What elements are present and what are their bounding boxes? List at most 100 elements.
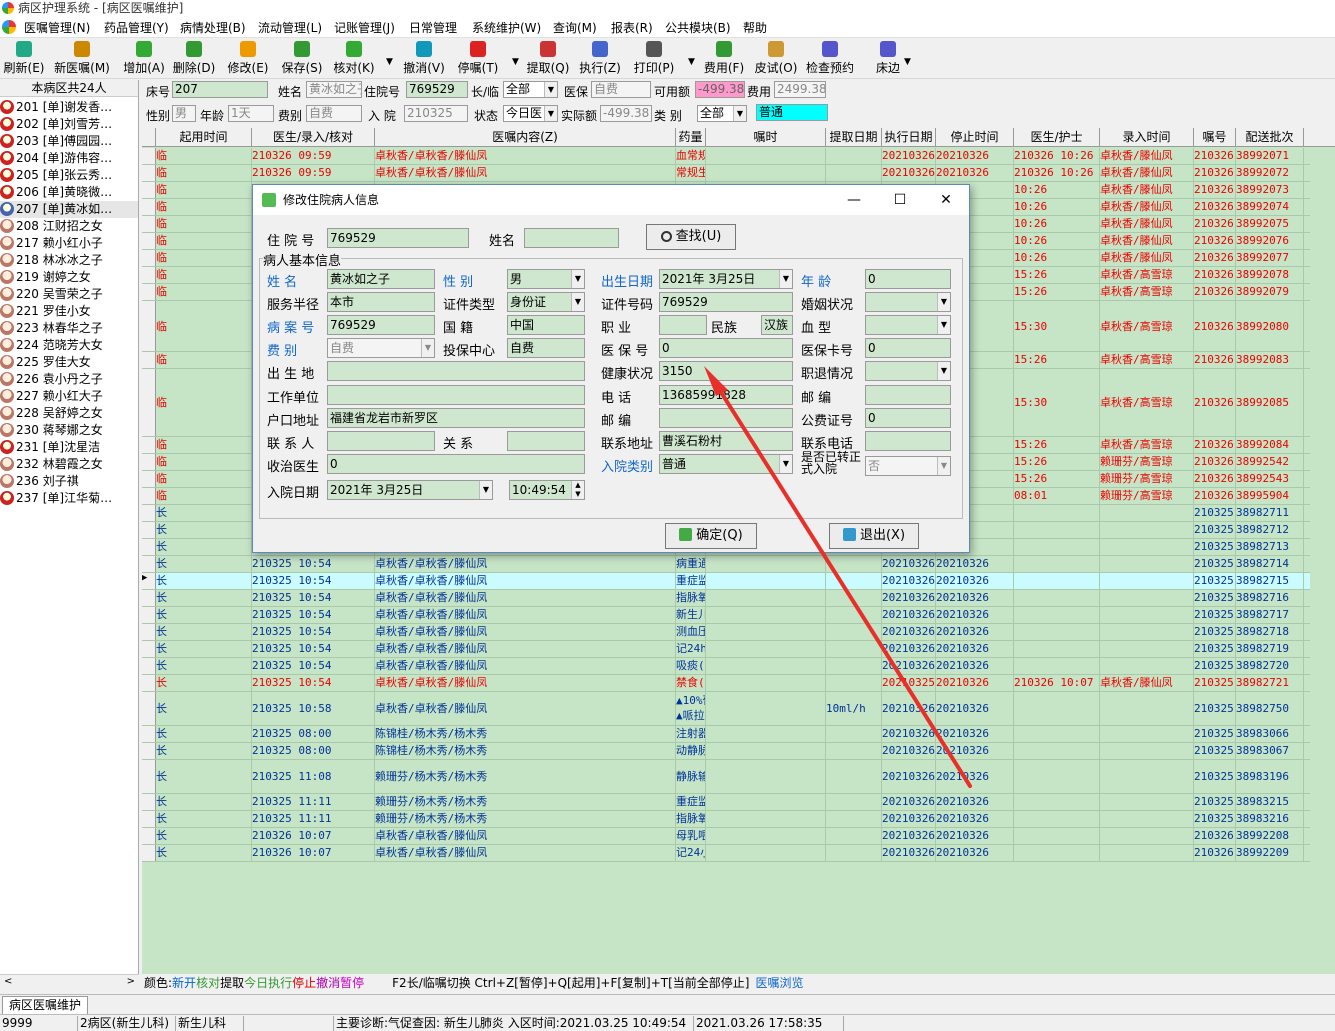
dlg-name-search-input[interactable]	[524, 228, 619, 248]
dlg-contactphone-input[interactable]	[865, 431, 951, 451]
dlg-center-input[interactable]: 自费	[507, 338, 585, 358]
dlg-ethnic-input[interactable]: 汉族	[761, 315, 793, 335]
row-selector[interactable]	[142, 505, 156, 521]
row-selector[interactable]	[142, 590, 156, 606]
grid-header-cell[interactable]: 医生/护士	[1014, 128, 1100, 147]
patient-list-item[interactable]: 219 谢婷之女	[0, 269, 138, 286]
row-selector[interactable]	[142, 845, 156, 861]
long-temp-select[interactable]: 全部 ▼	[503, 81, 558, 98]
toolbar-button[interactable]: 提取(Q)	[524, 41, 572, 77]
dlg-idtype-select[interactable]: 身份证 ▼	[507, 292, 585, 312]
patient-list-item[interactable]: 217 赖小红小子	[0, 235, 138, 252]
grid-header-cell[interactable]: 嘱时	[706, 128, 826, 147]
table-row[interactable]: 临210326 09:59卓秋香/卓秋香/滕仙凤常规生化全套检查 1*套［医学检…	[142, 165, 1310, 182]
patient-list-item[interactable]: 205 [单]张云秀…	[0, 167, 138, 184]
scroll-left-icon[interactable]: <	[4, 976, 12, 987]
row-selector[interactable]	[142, 216, 156, 232]
table-row[interactable]: 长210325 10:58卓秋香/卓秋香/滕仙凤▲10%葡萄糖注射液[10%*5…	[142, 692, 1310, 726]
dlg-feetype-select[interactable]: 自费 ▼	[327, 338, 435, 358]
order-browse-link[interactable]: 医嘱浏览	[755, 976, 803, 990]
row-selector[interactable]	[142, 641, 156, 657]
toolbar-button[interactable]: 删除(D)	[170, 41, 218, 77]
row-selector[interactable]	[142, 250, 156, 266]
status-select[interactable]: 今日医 ▼	[503, 105, 558, 122]
dlg-nation-input[interactable]: 中国	[507, 315, 585, 335]
row-selector[interactable]	[142, 624, 156, 640]
dlg-formal-select[interactable]: 否 ▼	[865, 456, 951, 476]
chevron-down-icon[interactable]: ▼	[544, 106, 557, 121]
grid-header-cell[interactable]: 配送批次	[1236, 128, 1304, 147]
chevron-down-icon[interactable]: ▼	[937, 293, 950, 311]
chevron-down-icon[interactable]: ▼	[479, 481, 492, 499]
toolbar-button[interactable]: 停嘱(T)	[454, 41, 502, 77]
grid-header-cell[interactable]: 起用时间	[156, 128, 252, 147]
row-selector[interactable]	[142, 233, 156, 249]
row-selector[interactable]	[142, 437, 156, 453]
grid-header-cell[interactable]: 药量	[676, 128, 706, 147]
chevron-down-icon[interactable]: ▼	[937, 362, 950, 380]
close-icon[interactable]: ✕	[923, 185, 969, 215]
row-selector[interactable]	[142, 284, 156, 300]
find-button[interactable]: 查找(U)	[646, 224, 736, 250]
table-row[interactable]: 长210325 11:11赖珊芬/杨木秀/杨木秀指脉氧监测 24*小时［新生儿科…	[142, 811, 1310, 828]
table-row[interactable]: 长210325 10:54卓秋香/卓秋香/滕仙凤吸痰(描述) p.r.n 1*［…	[142, 658, 1310, 675]
dlg-contactaddr-input[interactable]: 曹溪石粉村	[659, 431, 793, 451]
patient-list-item[interactable]: 207 [单]黄冰如…	[0, 201, 138, 218]
patient-list-item[interactable]: 221 罗佳小女	[0, 303, 138, 320]
row-selector[interactable]	[142, 726, 156, 742]
chevron-down-icon[interactable]: ▼	[421, 339, 434, 357]
class-select[interactable]: 全部 ▼	[697, 105, 747, 122]
chevron-down-icon[interactable]: ▼	[571, 293, 584, 311]
patient-list-item[interactable]: 231 [单]沈星洁	[0, 439, 138, 456]
patient-list-scrollbar[interactable]: < >	[0, 974, 139, 992]
exit-button[interactable]: 退出(X)	[829, 523, 919, 549]
dropdown-arrow-icon[interactable]: ▼	[904, 57, 911, 67]
grid-header-cell[interactable]: 嘱号	[1194, 128, 1236, 147]
row-selector[interactable]	[142, 828, 156, 844]
row-selector[interactable]	[142, 182, 156, 198]
patient-list-item[interactable]: 225 罗佳大女	[0, 354, 138, 371]
menu-item[interactable]: 记账管理(J)	[334, 19, 395, 36]
dlg-hukou-input[interactable]: 福建省龙岩市新罗区	[327, 408, 585, 428]
grid-header-cell[interactable]: 医生/录入/核对	[252, 128, 375, 147]
dlg-blood-select[interactable]: ▼	[865, 315, 951, 335]
patient-list-item[interactable]: 218 林冰冰之子	[0, 252, 138, 269]
grid-header-cell[interactable]: 录入时间	[1100, 128, 1194, 147]
menu-item[interactable]: 日常管理	[409, 19, 457, 36]
row-selector[interactable]	[142, 658, 156, 674]
patient-list-item[interactable]: 228 吴舒婷之女	[0, 405, 138, 422]
dlg-age-input[interactable]: 0	[865, 269, 951, 289]
dlg-admitdate-select[interactable]: 2021年 3月25日 ▼	[327, 480, 493, 500]
dlg-birthplace-input[interactable]	[327, 361, 585, 381]
row-selector[interactable]	[142, 369, 156, 436]
patient-list-item[interactable]: 227 赖小红大子	[0, 388, 138, 405]
dlg-name-input[interactable]: 黄冰如之子	[327, 269, 435, 289]
ok-button[interactable]: 确定(Q)	[665, 523, 757, 549]
row-selector[interactable]	[142, 811, 156, 827]
toolbar-button[interactable]: 检查预约	[806, 41, 854, 77]
menu-item[interactable]: 帮助	[743, 19, 767, 36]
toolbar-button[interactable]: 修改(E)	[224, 41, 272, 77]
patient-list-item[interactable]: 204 [单]游伟容…	[0, 150, 138, 167]
row-selector[interactable]	[142, 522, 156, 538]
patient-list-item[interactable]: 202 [单]刘雪芳…	[0, 116, 138, 133]
dropdown-arrow-icon[interactable]: ▼	[386, 57, 393, 67]
table-row[interactable]: ▶长210325 10:54卓秋香/卓秋香/滕仙凤重症监护(描述)(描述) 1*…	[142, 573, 1310, 590]
toolbar-button[interactable]: 核对(K)	[330, 41, 378, 77]
grid-header-cell[interactable]: 停止时间	[936, 128, 1014, 147]
row-selector[interactable]: ▶	[142, 573, 156, 589]
row-selector[interactable]	[142, 471, 156, 487]
scroll-right-icon[interactable]: >	[127, 976, 135, 987]
grid-header-cell[interactable]: 执行日期	[882, 128, 936, 147]
patient-list-item[interactable]: 208 江财招之女	[0, 218, 138, 235]
table-row[interactable]: 长210325 10:54卓秋香/卓秋香/滕仙凤新生儿经皮胆红素测定 qd 3*…	[142, 607, 1310, 624]
patient-list-item[interactable]: 237 [单]江华菊…	[0, 490, 138, 507]
toolbar-button[interactable]: 打印(P)	[630, 41, 678, 77]
table-row[interactable]: 长210325 10:54卓秋香/卓秋香/滕仙凤记24h尿量(描述) 1*［新生…	[142, 641, 1310, 658]
row-selector[interactable]	[142, 488, 156, 504]
table-row[interactable]: 长210325 10:54卓秋香/卓秋香/滕仙凤指脉氧监测(描述)(描述) 1*…	[142, 590, 1310, 607]
row-selector[interactable]	[142, 352, 156, 368]
toolbar-button[interactable]: 新医嘱(M)	[54, 41, 110, 77]
dlg-postal2-input[interactable]	[659, 408, 793, 428]
dlg-pubno-input[interactable]: 0	[865, 408, 951, 428]
